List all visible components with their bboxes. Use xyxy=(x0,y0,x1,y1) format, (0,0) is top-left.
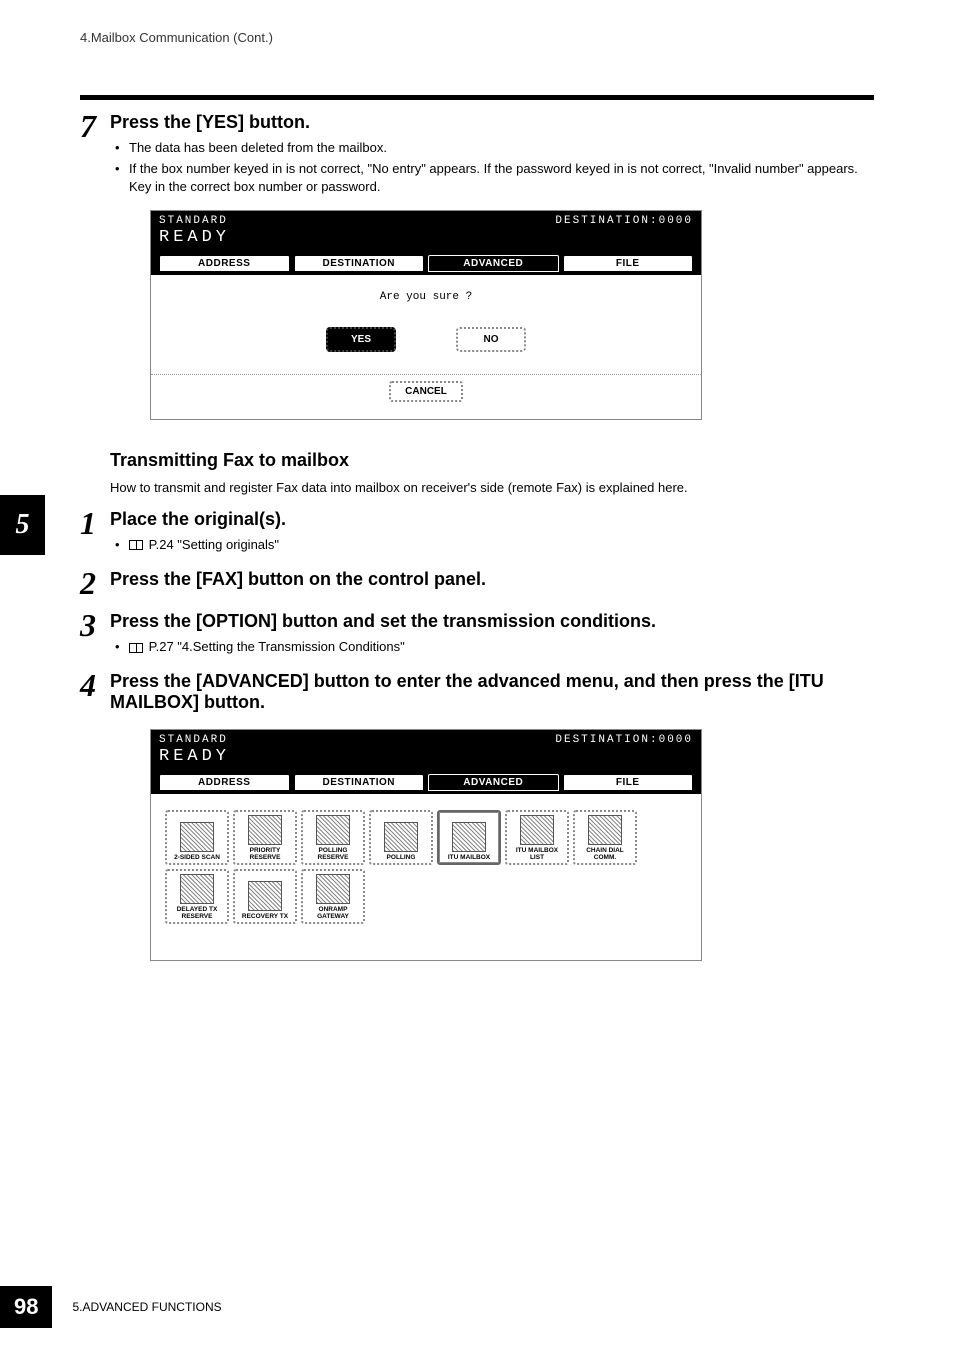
no-button[interactable]: NO xyxy=(456,327,526,352)
yes-button[interactable]: YES xyxy=(326,327,396,352)
step-1: 1 Place the original(s). P.24 "Setting o… xyxy=(80,507,874,557)
page-header: 4.Mailbox Communication (Cont.) xyxy=(80,30,874,45)
fax-screenshot-confirm: STANDARD READY DESTINATION:0000 ADDRESS … xyxy=(150,210,702,420)
btn-recovery-tx[interactable]: RECOVERY TX xyxy=(233,869,297,924)
btn-delayed-tx[interactable]: DELAYED TX RESERVE xyxy=(165,869,229,924)
tab-advanced[interactable]: ADVANCED xyxy=(428,774,559,791)
tab-destination[interactable]: DESTINATION xyxy=(294,774,425,791)
tab-file[interactable]: FILE xyxy=(563,774,694,791)
reference-link: P.27 "4.Setting the Transmission Conditi… xyxy=(115,638,874,656)
step-title: Place the original(s). xyxy=(110,509,874,530)
step-title: Press the [ADVANCED] button to enter the… xyxy=(110,671,874,713)
mailbox-list-icon xyxy=(520,815,554,845)
ss-ready: READY xyxy=(159,747,230,766)
mailbox-icon xyxy=(452,822,486,852)
step-number: 7 xyxy=(80,110,110,200)
rule xyxy=(80,95,874,100)
priority-icon xyxy=(248,815,282,845)
ss-destination: DESTINATION:0000 xyxy=(555,734,693,746)
tab-file[interactable]: FILE xyxy=(563,255,694,272)
reference-link: P.24 "Setting originals" xyxy=(115,536,874,554)
fax-screenshot-advanced: STANDARD READY DESTINATION:0000 ADDRESS … xyxy=(150,729,702,961)
step-title: Press the [OPTION] button and set the tr… xyxy=(110,611,874,632)
cancel-button[interactable]: CANCEL xyxy=(389,381,463,402)
btn-polling[interactable]: POLLING xyxy=(369,810,433,865)
btn-onramp-gateway[interactable]: ONRAMP GATEWAY xyxy=(301,869,365,924)
chapter-tab: 5 xyxy=(0,495,45,555)
bullet: If the box number keyed in is not correc… xyxy=(115,160,874,196)
btn-polling-reserve[interactable]: POLLING RESERVE xyxy=(301,810,365,865)
gateway-icon xyxy=(316,874,350,904)
confirm-prompt: Are you sure ? xyxy=(161,291,691,303)
book-icon xyxy=(129,643,143,653)
btn-itu-mailbox[interactable]: ITU MAILBOX xyxy=(437,810,501,865)
chain-dial-icon xyxy=(588,815,622,845)
btn-2sided-scan[interactable]: 2-SIDED SCAN xyxy=(165,810,229,865)
delayed-icon xyxy=(180,874,214,904)
ss-ready: READY xyxy=(159,228,230,247)
step-number: 4 xyxy=(80,669,110,719)
step-2: 2 Press the [FAX] button on the control … xyxy=(80,567,874,599)
step-number: 2 xyxy=(80,567,110,599)
recovery-icon xyxy=(248,881,282,911)
tab-destination[interactable]: DESTINATION xyxy=(294,255,425,272)
page-number: 98 xyxy=(0,1286,52,1328)
polling-icon xyxy=(384,822,418,852)
tab-address[interactable]: ADDRESS xyxy=(159,774,290,791)
bullet: The data has been deleted from the mailb… xyxy=(115,139,874,157)
footer-section-title: 5.ADVANCED FUNCTIONS xyxy=(72,1300,221,1314)
step-number: 1 xyxy=(80,507,110,557)
step-number: 3 xyxy=(80,609,110,659)
book-icon xyxy=(129,540,143,550)
step-4: 4 Press the [ADVANCED] button to enter t… xyxy=(80,669,874,719)
section-heading: Transmitting Fax to mailbox xyxy=(110,450,874,471)
btn-priority-reserve[interactable]: PRIORITY RESERVE xyxy=(233,810,297,865)
ss-mode: STANDARD xyxy=(159,734,228,746)
page-footer: 98 5.ADVANCED FUNCTIONS xyxy=(0,1286,222,1328)
step-3: 3 Press the [OPTION] button and set the … xyxy=(80,609,874,659)
section-intro: How to transmit and register Fax data in… xyxy=(110,479,874,497)
tab-address[interactable]: ADDRESS xyxy=(159,255,290,272)
ss-destination: DESTINATION:0000 xyxy=(555,215,693,227)
scan-icon xyxy=(180,822,214,852)
polling-reserve-icon xyxy=(316,815,350,845)
step-title: Press the [YES] button. xyxy=(110,112,874,133)
step-7: 7 Press the [YES] button. The data has b… xyxy=(80,110,874,200)
btn-itu-mailbox-list[interactable]: ITU MAILBOX LIST xyxy=(505,810,569,865)
btn-chain-dial[interactable]: CHAIN DIAL COMM. xyxy=(573,810,637,865)
step-title: Press the [FAX] button on the control pa… xyxy=(110,569,874,590)
tab-advanced[interactable]: ADVANCED xyxy=(428,255,559,272)
ss-mode: STANDARD xyxy=(159,215,228,227)
